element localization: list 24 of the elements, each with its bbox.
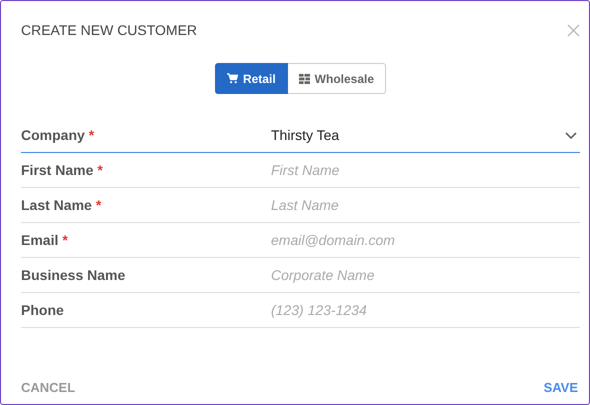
field-label: First Name xyxy=(21,162,94,178)
save-button[interactable]: SAVE xyxy=(544,380,578,395)
field-label: Last Name xyxy=(21,197,92,213)
input-field[interactable]: Corporate Name xyxy=(271,267,580,283)
input-field[interactable]: Last Name xyxy=(271,197,580,213)
company-select[interactable]: Thirsty Tea xyxy=(271,126,580,142)
dialog-title: CREATE NEW CUSTOMER xyxy=(21,22,198,38)
required-mark: * xyxy=(88,126,94,142)
input-field[interactable]: (123) 123-1234 xyxy=(271,302,580,318)
input-field[interactable]: First Name xyxy=(271,162,580,178)
required-mark: * xyxy=(96,197,102,213)
field-label: Email xyxy=(21,232,58,248)
field-label: Business Name xyxy=(21,267,126,283)
customer-type-tab[interactable]: Retail xyxy=(214,63,288,94)
cart-icon xyxy=(226,73,238,84)
close-icon[interactable] xyxy=(567,24,580,36)
field-label: Company xyxy=(21,126,85,142)
required-mark: * xyxy=(62,232,68,248)
input-field[interactable]: email@domain.com xyxy=(271,232,580,248)
boxes-icon xyxy=(298,73,310,84)
required-mark: * xyxy=(97,162,103,178)
customer-type-tab[interactable]: Wholesale xyxy=(288,63,386,94)
field-label: Phone xyxy=(21,302,64,318)
cancel-button[interactable]: CANCEL xyxy=(21,380,76,395)
